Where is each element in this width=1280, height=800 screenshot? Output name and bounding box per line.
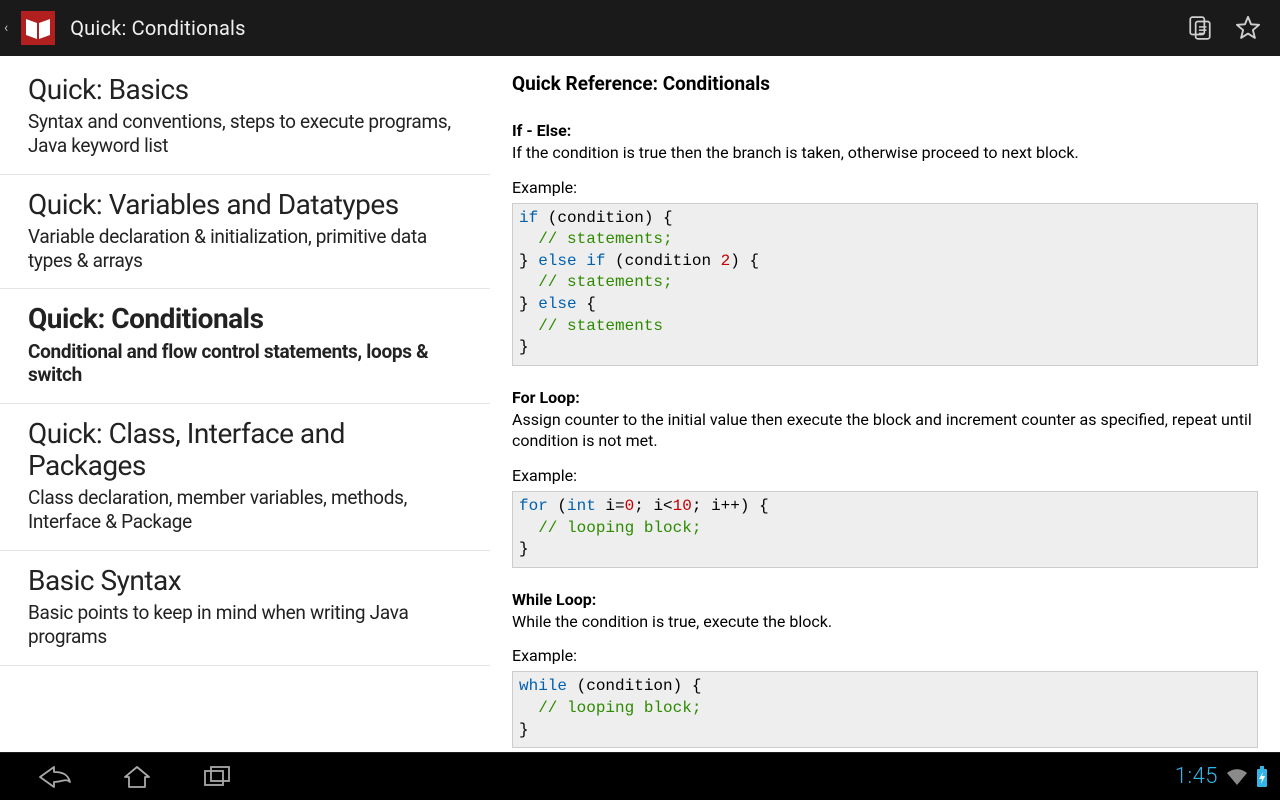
back-caret-icon[interactable]: ‹ <box>0 20 10 36</box>
content-area: Quick: Basics Syntax and conventions, ste… <box>0 56 1280 752</box>
section-title: While Loop: <box>512 590 1258 609</box>
sidebar-item-title: Quick: Variables and Datatypes <box>28 189 462 221</box>
section-body: If the condition is true then the branch… <box>512 142 1258 164</box>
app-root: ‹ Quick: Conditionals Qu <box>0 0 1280 800</box>
detail-sections: If - Else: If the condition is true then … <box>512 121 1258 748</box>
detail-section: While Loop: While the condition is true, … <box>512 590 1258 748</box>
copy-button[interactable] <box>1176 4 1224 52</box>
example-label: Example: <box>512 646 1258 665</box>
app-logo-icon[interactable] <box>10 0 66 56</box>
section-body: While the condition is true, execute the… <box>512 611 1258 633</box>
recents-icon <box>203 765 235 789</box>
page-title: Quick: Conditionals <box>70 16 245 40</box>
section-title: If - Else: <box>512 121 1258 140</box>
detail-section: If - Else: If the condition is true then … <box>512 121 1258 366</box>
status-clock: 1:45 <box>1175 764 1218 789</box>
favorite-button[interactable] <box>1224 4 1272 52</box>
battery-icon <box>1256 766 1268 788</box>
nav-buttons <box>0 755 246 799</box>
nav-back-button[interactable] <box>28 755 82 799</box>
sidebar-item-desc: Class declaration, member variables, met… <box>28 486 462 534</box>
code-block: while (condition) { // looping block; } <box>512 671 1258 748</box>
star-icon <box>1234 14 1262 42</box>
system-nav-bar: 1:45 <box>0 752 1280 800</box>
back-icon <box>38 764 72 790</box>
sidebar-item-desc: Basic points to keep in mind when writin… <box>28 601 462 649</box>
sidebar[interactable]: Quick: Basics Syntax and conventions, ste… <box>0 56 490 752</box>
sidebar-item[interactable]: Basic Syntax Basic points to keep in mind… <box>0 551 490 666</box>
copy-icon <box>1187 15 1213 41</box>
sidebar-item-title: Basic Syntax <box>28 565 462 597</box>
code-block: if (condition) { // statements; } else i… <box>512 203 1258 366</box>
code-block: for (int i=0; i<10; i++) { // looping bl… <box>512 491 1258 568</box>
sidebar-item-title: Quick: Basics <box>28 74 462 106</box>
sidebar-item-desc: Conditional and flow control statements,… <box>28 340 462 388</box>
section-body: Assign counter to the initial value then… <box>512 409 1258 452</box>
example-label: Example: <box>512 178 1258 197</box>
sidebar-item[interactable]: Quick: Basics Syntax and conventions, ste… <box>0 56 490 175</box>
sidebar-item-desc: Variable declaration & initialization, p… <box>28 225 462 273</box>
action-bar: ‹ Quick: Conditionals <box>0 0 1280 56</box>
status-area: 1:45 <box>1175 764 1280 789</box>
example-label: Example: <box>512 466 1258 485</box>
section-title: For Loop: <box>512 388 1258 407</box>
sidebar-item-desc: Syntax and conventions, steps to execute… <box>28 110 462 158</box>
sidebar-item[interactable]: Quick: Conditionals Conditional and flow … <box>0 289 490 404</box>
sidebar-item-title: Quick: Class, Interface and Packages <box>28 418 462 482</box>
book-icon <box>21 11 55 45</box>
detail-heading: Quick Reference: Conditionals <box>512 72 1258 95</box>
sidebar-item-title: Quick: Conditionals <box>28 303 462 335</box>
wifi-icon <box>1226 768 1248 786</box>
detail-section: For Loop: Assign counter to the initial v… <box>512 388 1258 568</box>
nav-recents-button[interactable] <box>192 755 246 799</box>
sidebar-item[interactable]: Quick: Variables and Datatypes Variable d… <box>0 175 490 290</box>
sidebar-item[interactable]: Quick: Class, Interface and PackagesClas… <box>0 404 490 551</box>
detail-pane[interactable]: Quick Reference: Conditionals If - Else:… <box>490 56 1280 752</box>
home-icon <box>122 764 152 790</box>
nav-home-button[interactable] <box>110 755 164 799</box>
